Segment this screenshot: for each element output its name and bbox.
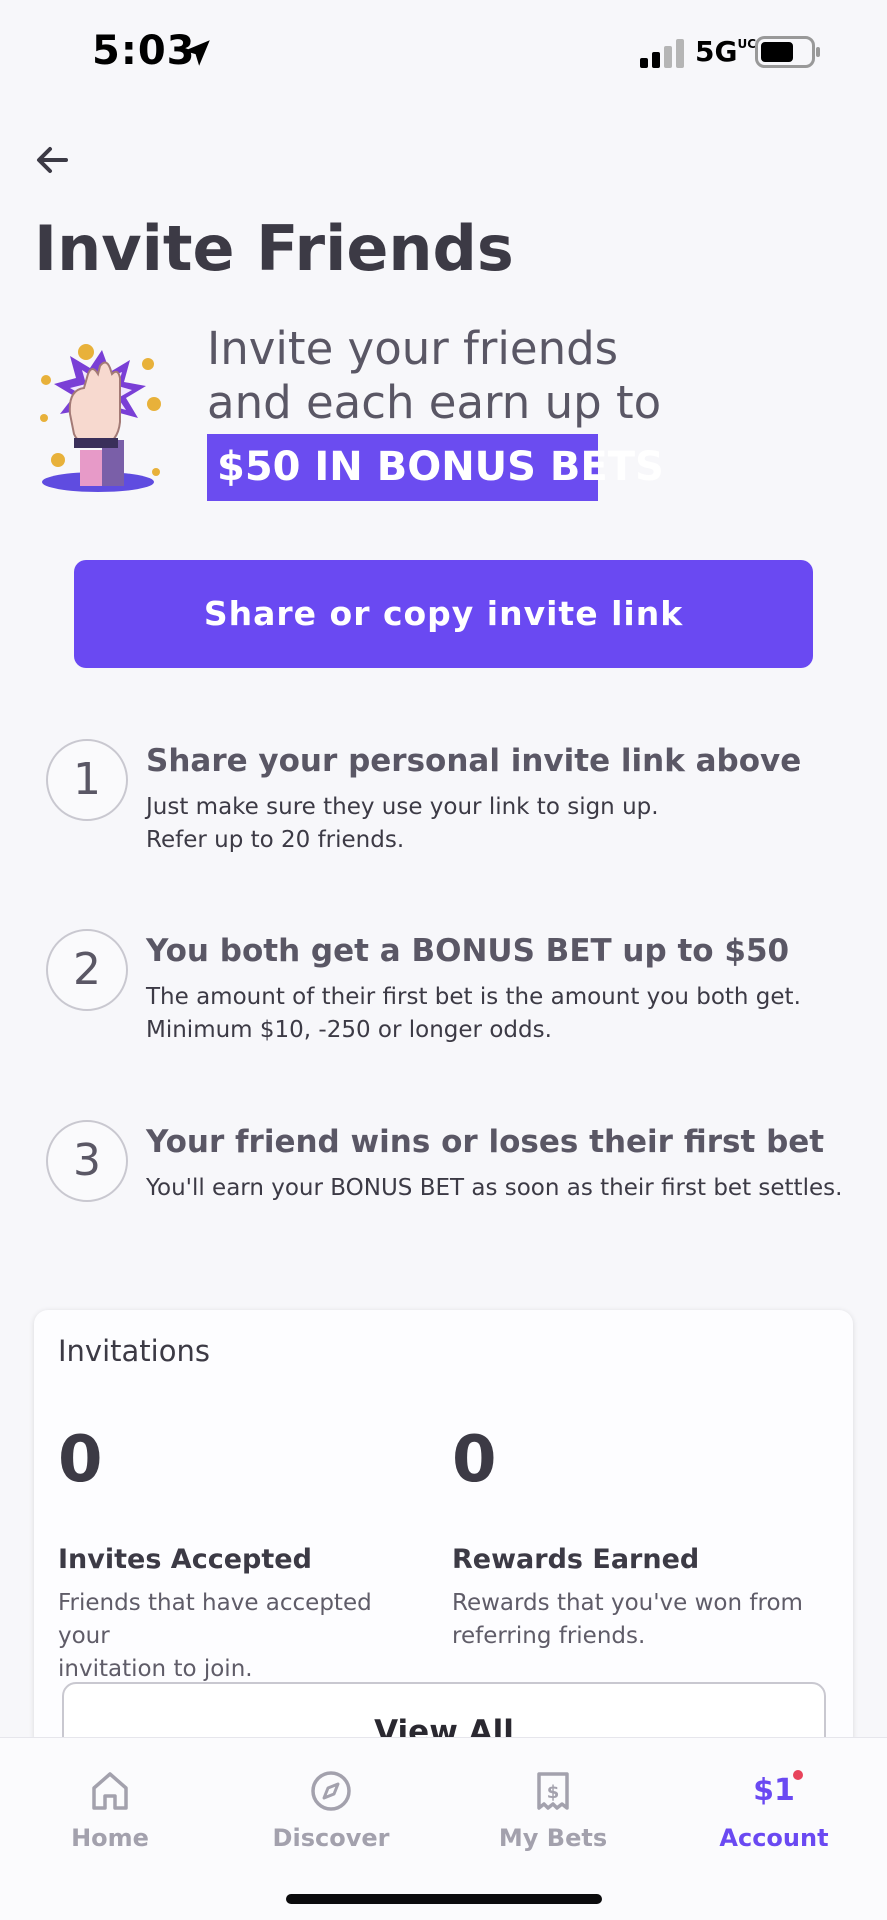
- rewards-earned-description: Rewards that you've won from referring f…: [452, 1590, 803, 1649]
- invites-accepted-count: 0: [58, 1423, 103, 1497]
- invitations-card: Invitations 0 Invites Accepted Friends t…: [34, 1310, 853, 1772]
- compass-icon: [311, 1771, 351, 1811]
- network-type: 5GUC: [695, 35, 757, 68]
- bottom-tab-bar: Home Discover $ My Bets $1 Account: [0, 1737, 887, 1920]
- tab-label: Home: [71, 1824, 149, 1852]
- step-number: 2: [46, 929, 128, 1011]
- invitations-title: Invitations: [58, 1334, 210, 1368]
- home-icon: [92, 1772, 128, 1810]
- step-description: The amount of their first bet is the amo…: [146, 984, 801, 1043]
- tab-label: My Bets: [498, 1824, 608, 1852]
- signal-bars-icon: [640, 39, 684, 68]
- invite-friends-screen: 5:03 5GUC Invite Friends Invite your fri…: [0, 0, 887, 1920]
- tab-home[interactable]: Home: [30, 1768, 190, 1852]
- back-arrow-icon[interactable]: [30, 138, 74, 182]
- step-number: 3: [46, 1120, 128, 1202]
- share-invite-link-button[interactable]: Share or copy invite link: [74, 560, 813, 668]
- account-icon: $1: [694, 1768, 854, 1814]
- tab-account[interactable]: $1 Account: [694, 1768, 854, 1852]
- step-title: Share your personal invite link above: [146, 743, 802, 779]
- invites-accepted-stat: 0 Invites Accepted Friends that have acc…: [58, 1420, 418, 1686]
- location-arrow-icon: [184, 40, 210, 66]
- page-title: Invite Friends: [34, 212, 514, 285]
- home-indicator: [286, 1894, 602, 1904]
- step-description: Just make sure they use your link to sig…: [146, 794, 659, 853]
- rewards-earned-stat: 0 Rewards Earned Rewards that you've won…: [452, 1420, 812, 1653]
- status-bar: 5:03 5GUC: [0, 0, 887, 105]
- hero-headline-line1: Invite your friends: [207, 322, 619, 375]
- tab-discover[interactable]: Discover: [251, 1768, 411, 1852]
- step-description: You'll earn your BONUS BET as soon as th…: [146, 1175, 843, 1201]
- rewards-earned-label: Rewards Earned: [452, 1544, 700, 1575]
- tab-label: Account: [719, 1824, 829, 1852]
- tab-my-bets[interactable]: $ My Bets: [473, 1768, 633, 1852]
- step-title: Your friend wins or loses their first be…: [146, 1124, 825, 1160]
- invites-accepted-description: Friends that have accepted your invitati…: [58, 1590, 372, 1682]
- battery-icon: [755, 36, 820, 68]
- svg-text:$: $: [547, 1782, 560, 1803]
- rewards-earned-count: 0: [452, 1423, 497, 1497]
- hand-coins-illustration: [40, 344, 161, 492]
- bet-slip-icon: $: [537, 1772, 569, 1810]
- hero-headline-line2: and each earn up to: [207, 376, 662, 429]
- notification-dot: [792, 1770, 803, 1780]
- step-number: 1: [46, 739, 128, 821]
- invites-accepted-label: Invites Accepted: [58, 1544, 312, 1575]
- tab-label: Discover: [272, 1824, 390, 1852]
- bonus-highlight-badge: $50 IN BONUS BETS: [207, 434, 664, 501]
- step-title: You both get a BONUS BET up to $50: [146, 933, 790, 969]
